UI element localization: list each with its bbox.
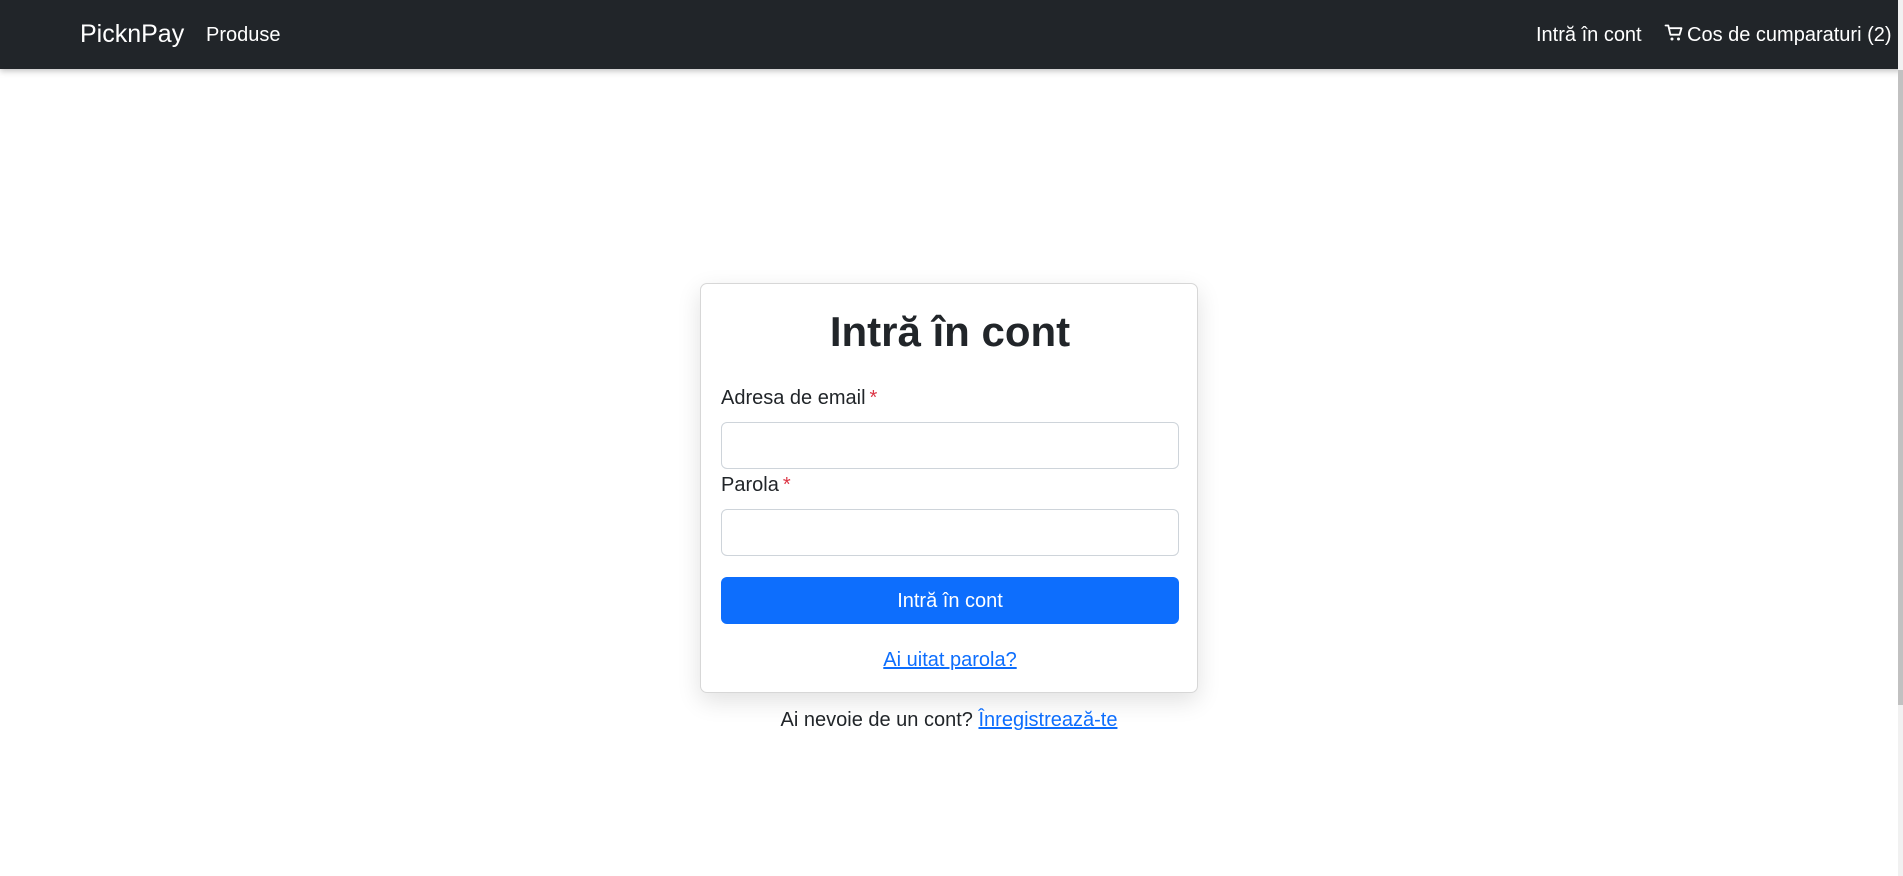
email-label-text: Adresa de email — [721, 387, 866, 409]
login-title: Intră în cont — [829, 308, 1071, 355]
brand-link[interactable]: PicknPay — [80, 18, 184, 50]
cart-label: Cos de cumparaturi (2) — [1687, 24, 1892, 46]
signup-prompt: Ai nevoie de un cont? — [780, 709, 973, 731]
password-required-mark: * — [782, 474, 791, 496]
scrollbar-thumb[interactable] — [1898, 70, 1903, 705]
login-card: Intră în cont Adresa de email * Parola * I… — [700, 283, 1198, 693]
password-label: Parola * — [721, 471, 791, 499]
page: PicknPay Produse Intră în cont Cos de cu… — [0, 0, 1903, 876]
nav-products-link[interactable]: Produse — [206, 20, 281, 50]
nav-cart-link[interactable]: Cos de cumparaturi (2) — [1664, 20, 1892, 50]
signup-row: Ai nevoie de un cont? Înregistrează-te — [0, 706, 1898, 734]
email-label: Adresa de email * — [721, 384, 877, 412]
top-navbar: PicknPay Produse Intră în cont Cos de cu… — [0, 0, 1903, 69]
password-label-text: Parola — [721, 474, 779, 496]
shopping-cart-icon — [1664, 24, 1683, 41]
login-submit-button[interactable]: Intră în cont — [721, 577, 1179, 624]
email-input[interactable] — [721, 422, 1179, 469]
forgot-password-link[interactable]: Ai uitat parola? — [883, 649, 1016, 671]
vertical-scrollbar[interactable] — [1898, 0, 1903, 876]
email-required-mark: * — [869, 387, 878, 409]
signup-link[interactable]: Înregistrează-te — [978, 709, 1117, 731]
forgot-password-row: Ai uitat parola? — [701, 646, 1199, 674]
nav-login-link[interactable]: Intră în cont — [1536, 20, 1642, 50]
password-input[interactable] — [721, 509, 1179, 556]
